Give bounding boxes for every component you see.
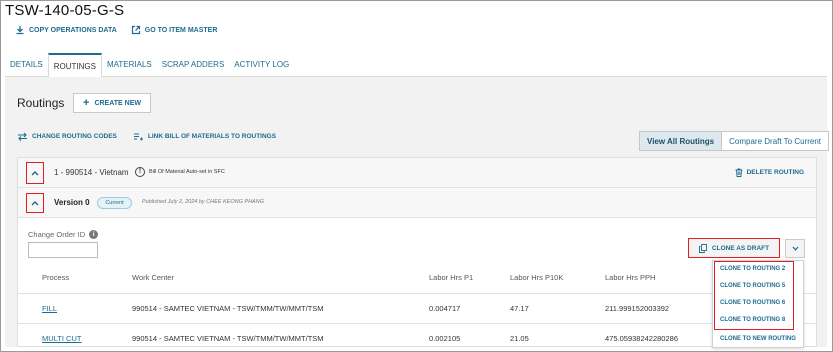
table-cell: 475.05938242280286: [605, 334, 678, 343]
table-cell: 211.999152003392: [605, 304, 670, 313]
clone-as-draft-label: CLONE AS DRAFT: [711, 244, 770, 252]
table-cell: 0.004717: [429, 304, 461, 313]
external-link-icon: [131, 25, 140, 35]
link-bom-button[interactable]: LINK BILL OF MATERIALS TO ROUTINGS: [133, 132, 276, 141]
routing-panel: 1 - 990514 - Vietnam ! Bill Of Material …: [17, 157, 817, 347]
view-all-routings-button[interactable]: View All Routings: [640, 132, 723, 150]
change-routing-codes-button[interactable]: CHANGE ROUTING CODES: [17, 132, 117, 141]
tab-routings[interactable]: ROUTINGS: [47, 53, 102, 78]
column-header-labor-p1: Labor Hrs P1: [429, 273, 474, 282]
tab-details[interactable]: DETAILS: [5, 53, 48, 76]
table-cell: 990514 - SAMTEC VIETNAM - TSW/TMM/TW/MMT…: [132, 334, 324, 343]
column-header-process: Process: [42, 273, 70, 282]
column-header-labor-p10k: Labor Hrs P10K: [510, 273, 564, 282]
column-header-labor-pph: Labor Hrs PPH: [605, 273, 656, 282]
info-icon: !: [135, 167, 145, 177]
plus-icon: +: [83, 97, 90, 109]
change-order-label: Change Order ID i: [28, 230, 99, 239]
go-to-item-master-button[interactable]: GO TO ITEM MASTER: [131, 25, 218, 35]
delete-routing-button[interactable]: DELETE ROUTING: [735, 168, 804, 177]
clone-to-routing-5[interactable]: CLONE TO ROUTING 5: [720, 283, 785, 289]
routing-header: 1 - 990514 - Vietnam ! Bill Of Material …: [18, 158, 816, 188]
tab-bar: DETAILS ROUTINGS MATERIALS SCRAP ADDERS …: [5, 53, 827, 78]
routings-title: Routings: [17, 96, 65, 110]
row-divider: [18, 323, 816, 324]
change-order-text: Change Order ID: [28, 230, 86, 239]
clone-dropdown-menu: CLONE TO ROUTING 2 CLONE TO ROUTING 5 CL…: [712, 260, 804, 348]
clone-to-routing-6[interactable]: CLONE TO ROUTING 6: [720, 300, 785, 306]
status-badge: Current: [97, 197, 132, 209]
table-cell: 21.05: [510, 334, 529, 343]
routing-actions: CHANGE ROUTING CODES LINK BILL OF MATERI…: [17, 132, 276, 141]
chevron-up-icon: [31, 171, 39, 176]
clone-to-new-routing[interactable]: CLONE TO NEW ROUTING: [720, 336, 796, 342]
change-routing-codes-label: CHANGE ROUTING CODES: [32, 133, 117, 140]
routing-name: 1 - 990514 - Vietnam: [54, 168, 129, 177]
clone-as-draft-button[interactable]: CLONE AS DRAFT: [688, 238, 780, 258]
compare-draft-button[interactable]: Compare Draft To Current: [722, 132, 829, 150]
trash-icon: [735, 168, 743, 177]
view-toggle: View All Routings Compare Draft To Curre…: [639, 131, 830, 151]
tab-materials[interactable]: MATERIALS: [102, 53, 157, 76]
create-new-button[interactable]: + CREATE NEW: [73, 93, 151, 113]
download-icon: [16, 26, 24, 35]
collapse-version-button[interactable]: [26, 193, 44, 213]
clone-menu-toggle[interactable]: [785, 239, 805, 258]
collapse-routing-button[interactable]: [26, 162, 44, 184]
copy-operations-data-button[interactable]: COPY OPERATIONS DATA: [15, 25, 117, 35]
delete-routing-label: DELETE ROUTING: [746, 169, 804, 176]
table-cell: 47.17: [510, 304, 529, 313]
chevron-down-icon: [792, 246, 798, 251]
clone-to-routing-8[interactable]: CLONE TO ROUTING 8: [720, 317, 785, 323]
top-actions: COPY OPERATIONS DATA GO TO ITEM MASTER: [15, 25, 217, 35]
swap-arrows-icon: [18, 132, 27, 141]
copy-icon: [698, 243, 707, 253]
item-title: TSW-140-05-G-S: [5, 2, 125, 19]
copy-operations-data-label: COPY OPERATIONS DATA: [29, 26, 117, 34]
tab-scrap-adders[interactable]: SCRAP ADDERS: [157, 53, 230, 76]
go-to-item-master-label: GO TO ITEM MASTER: [144, 26, 218, 34]
row-divider: [18, 293, 816, 294]
bom-note: Bill Of Material Auto-set in SFC: [149, 169, 225, 175]
link-list-icon: [133, 133, 143, 141]
table-cell: 0.002105: [429, 334, 461, 343]
create-new-label: CREATE NEW: [94, 99, 141, 107]
help-icon[interactable]: i: [89, 230, 99, 239]
table-cell: 990514 - SAMTEC VIETNAM - TSW/TMM/TW/MMT…: [132, 304, 324, 313]
process-link-multi-cut[interactable]: MULTI CUT: [42, 334, 81, 343]
version-header: Version 0 Current Published July 2, 2024…: [18, 188, 816, 218]
published-info: Published July 2, 2024 by CHEE KEONG PHA…: [142, 199, 264, 205]
change-order-input[interactable]: [28, 242, 98, 258]
link-bom-label: LINK BILL OF MATERIALS TO ROUTINGS: [147, 133, 277, 140]
process-link-fill[interactable]: FILL: [42, 304, 57, 313]
clone-to-routing-2[interactable]: CLONE TO ROUTING 2: [720, 266, 785, 272]
version-label: Version 0: [54, 198, 90, 207]
tab-activity-log[interactable]: ACTIVITY LOG: [229, 53, 294, 76]
chevron-up-icon: [31, 201, 39, 206]
column-header-work-center: Work Center: [132, 273, 174, 282]
